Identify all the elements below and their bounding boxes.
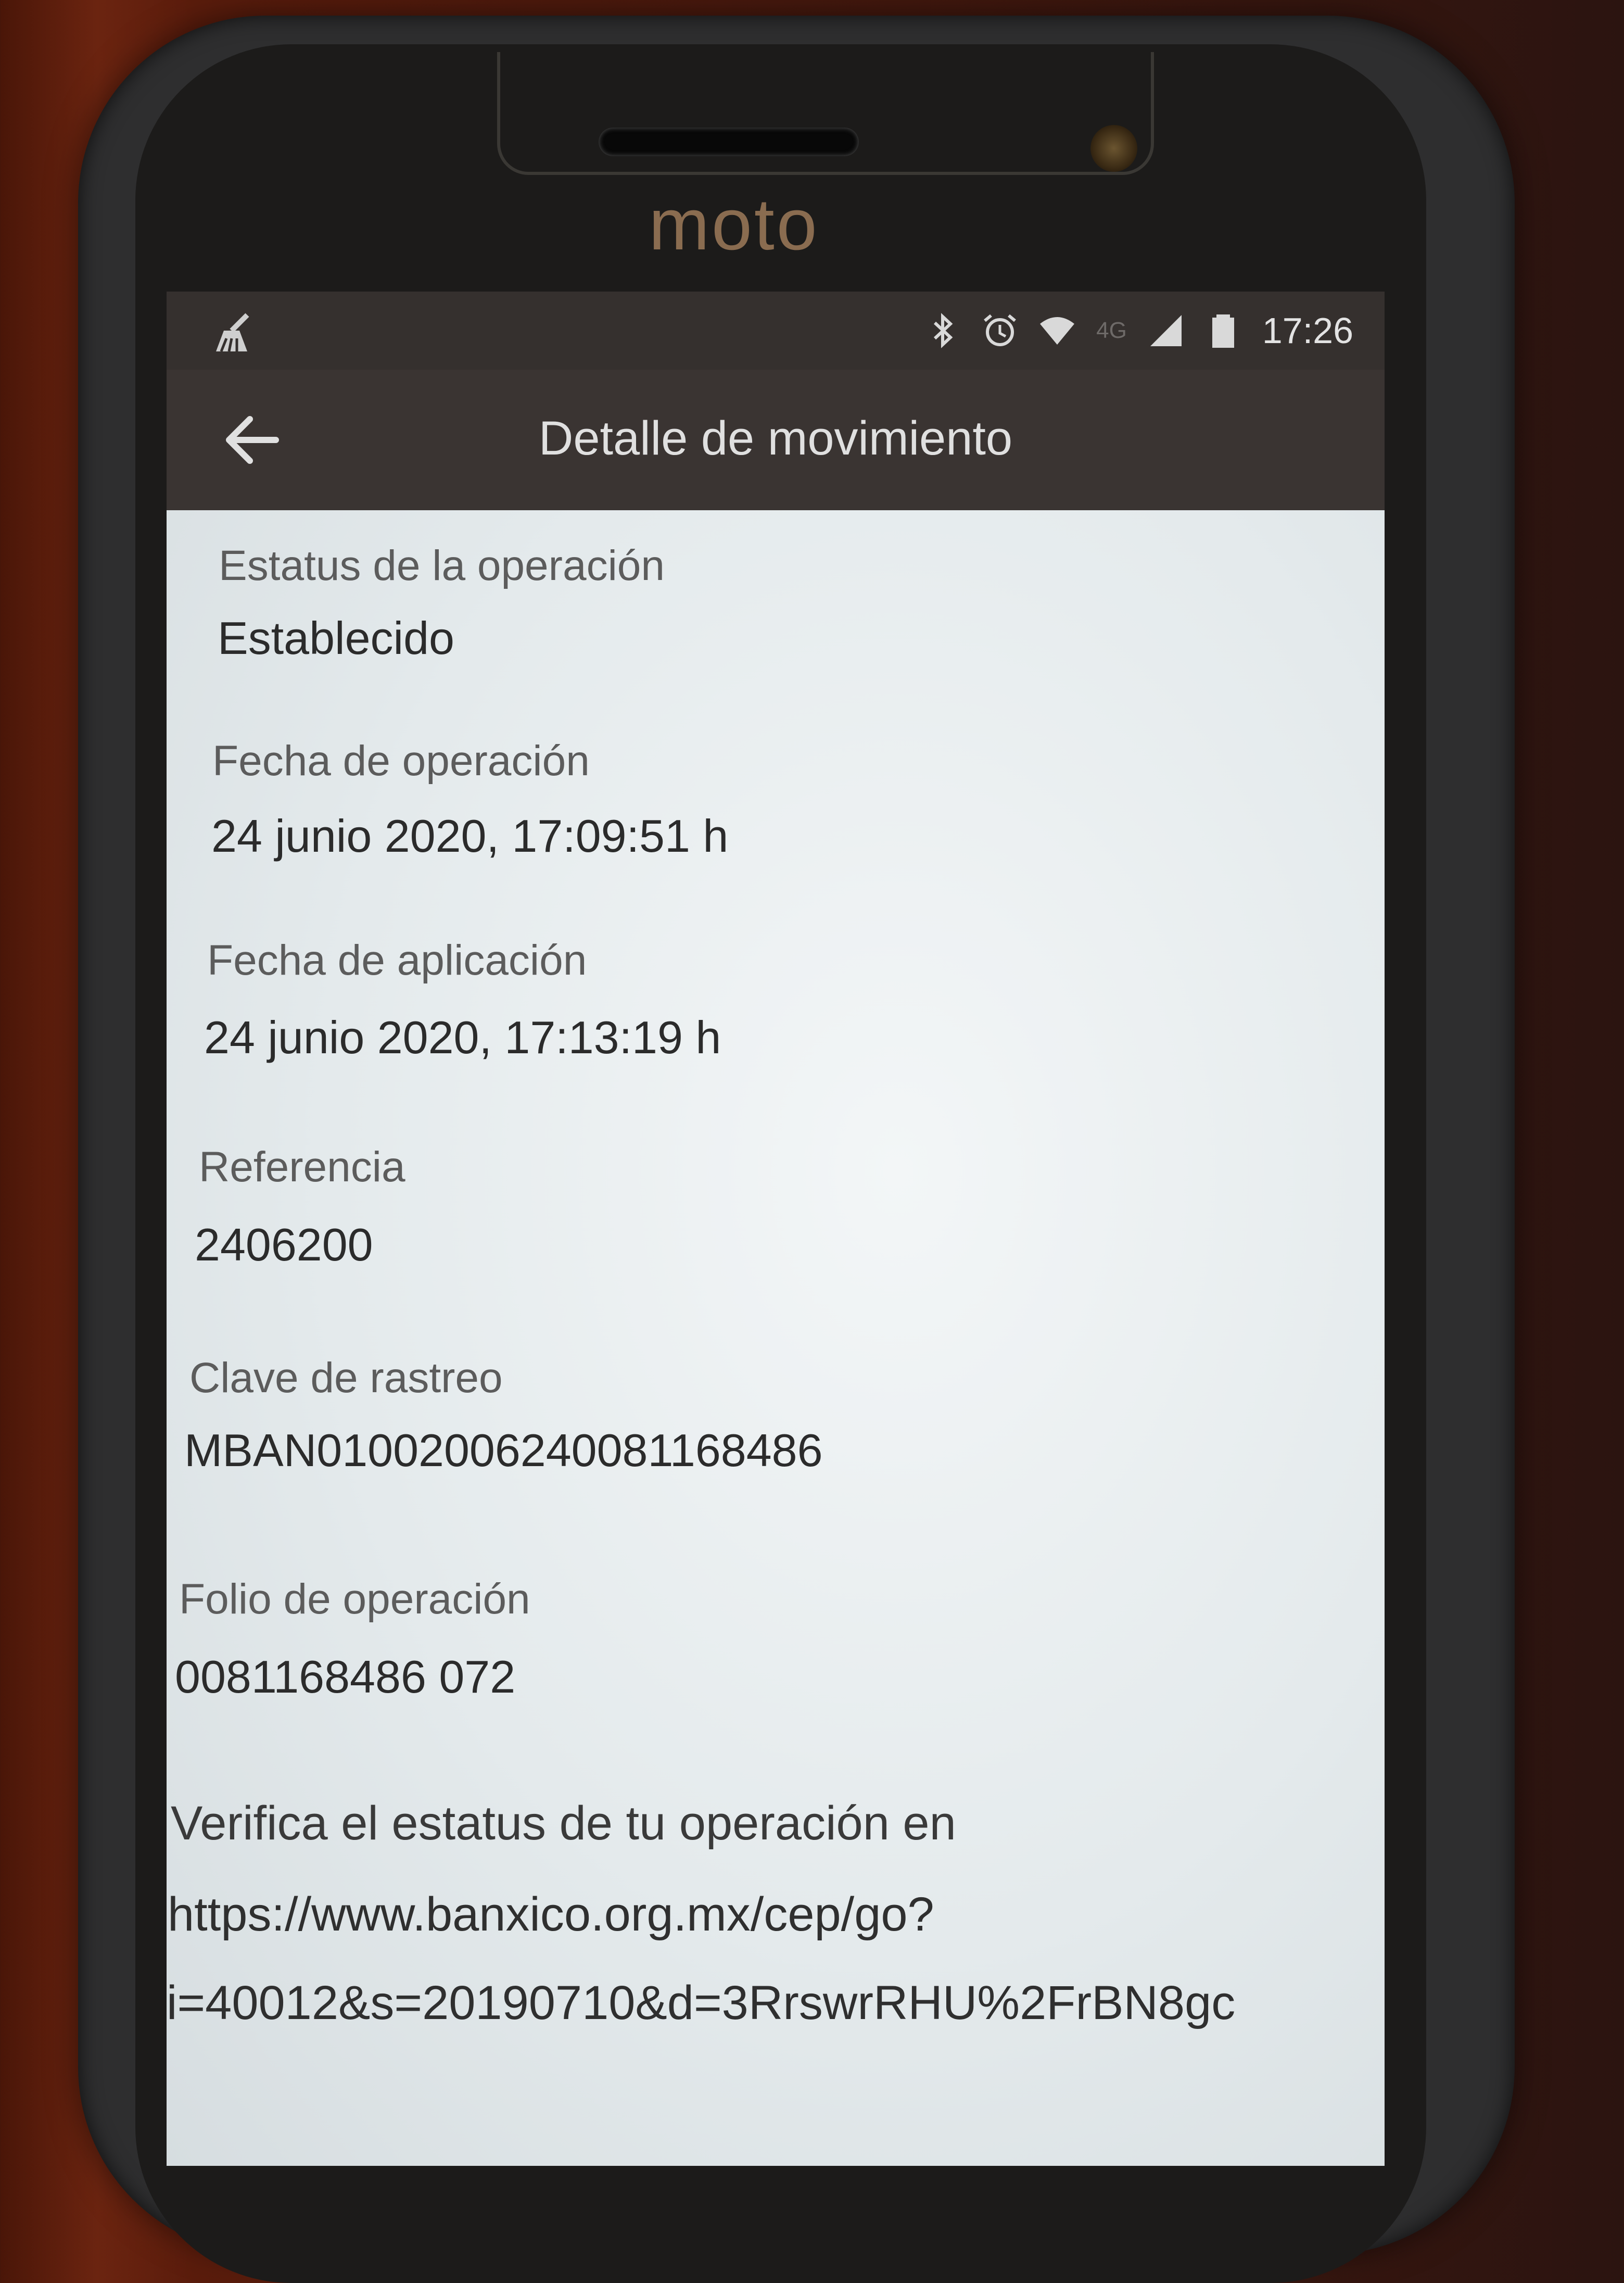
- operation-date-label: Fecha de operación: [212, 737, 590, 785]
- status-bar: 4G 17:26: [167, 292, 1385, 370]
- tracking-key-value: MBAN01002006240081168486: [184, 1424, 823, 1476]
- movement-detail-content: Estatus de la operación Establecido Fech…: [167, 510, 1385, 2166]
- banxico-link-line-2[interactable]: i=40012&s=20190710&d=3RrswrRHU%2FrBN8gc: [167, 1976, 1235, 2030]
- operation-folio-label: Folio de operación: [179, 1575, 530, 1623]
- app-bar: Detalle de movimiento: [167, 370, 1385, 510]
- wifi-icon: [1040, 317, 1075, 345]
- earpiece-speaker: [599, 128, 859, 156]
- operation-date-value: 24 junio 2020, 17:09:51 h: [211, 810, 729, 862]
- signal-icon: [1150, 315, 1182, 346]
- application-date-value: 24 junio 2020, 17:13:19 h: [204, 1012, 721, 1063]
- status-label: Estatus de la operación: [219, 542, 665, 589]
- verify-notice: Verifica el estatus de tu operación en: [171, 1797, 956, 1850]
- brand-logo: moto: [649, 183, 819, 265]
- reference-value: 2406200: [195, 1219, 373, 1270]
- status-value: Establecido: [218, 612, 454, 664]
- status-icons: 4G 17:26: [924, 307, 1353, 354]
- bluetooth-icon: [934, 313, 953, 348]
- alarm-icon: [984, 314, 1017, 346]
- battery-icon: [1212, 314, 1234, 348]
- tracking-key-label: Clave de rastreo: [189, 1354, 503, 1402]
- phone-screen: 4G 17:26 Detalle de movimiento Estatus d…: [167, 292, 1385, 2166]
- application-date-label: Fecha de aplicación: [207, 937, 587, 984]
- status-time: 17:26: [1262, 310, 1353, 351]
- network-type-label: 4G: [1096, 318, 1127, 343]
- banxico-link-line-1[interactable]: https://www.banxico.org.mx/cep/go?: [168, 1887, 934, 1942]
- page-title: Detalle de movimiento: [538, 412, 1013, 465]
- operation-folio-value: 0081168486 072: [175, 1651, 516, 1702]
- cleaner-icon: [216, 313, 249, 352]
- phone-notch: [497, 52, 1154, 175]
- reference-label: Referencia: [199, 1143, 405, 1191]
- front-camera: [1090, 125, 1137, 172]
